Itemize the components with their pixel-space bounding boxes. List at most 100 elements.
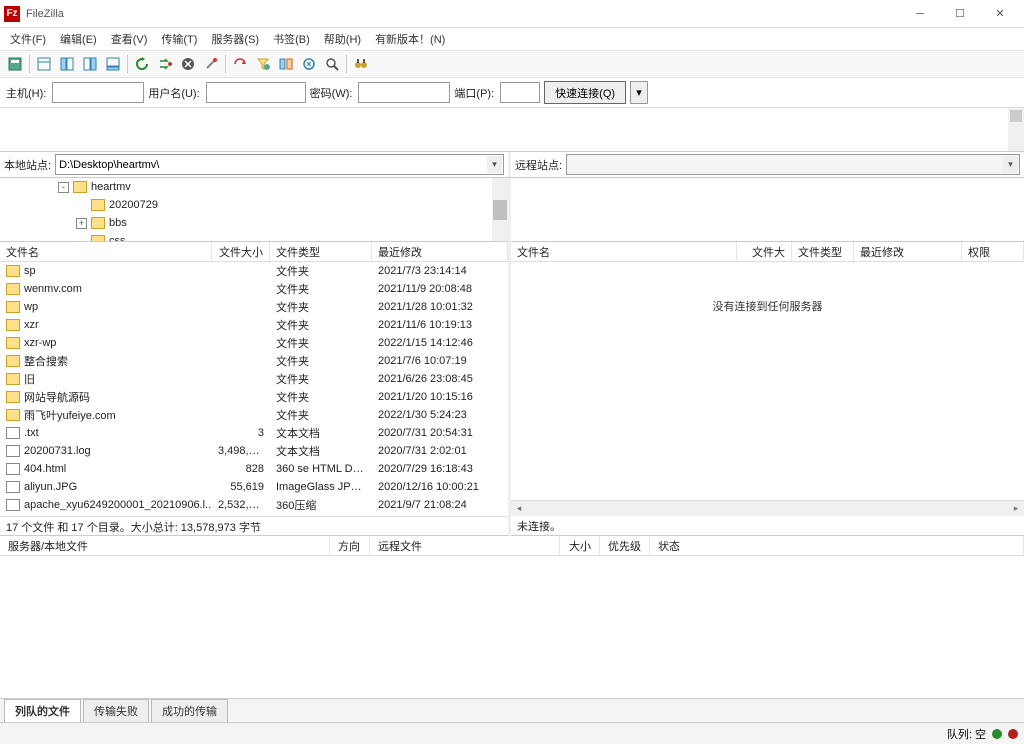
chevron-down-icon[interactable]: ▾ <box>487 156 502 173</box>
cancel-icon[interactable] <box>177 53 199 75</box>
menu-view[interactable]: 查看(V) <box>105 29 154 49</box>
refresh-icon[interactable] <box>131 53 153 75</box>
file-row[interactable]: xzr-wp文件夹2022/1/15 14:12:46 <box>0 334 508 352</box>
local-file-list[interactable]: sp文件夹2021/7/3 23:14:14wenmv.com文件夹2021/1… <box>0 262 508 516</box>
log-scrollbar[interactable] <box>1008 108 1024 151</box>
col-size[interactable]: 文件大小 <box>737 242 792 261</box>
file-type: 360 se HTML Do... <box>270 463 372 475</box>
tree-node[interactable]: +bbs <box>0 214 508 232</box>
col-name[interactable]: 文件名 <box>511 242 737 261</box>
process-queue-icon[interactable] <box>154 53 176 75</box>
file-row[interactable]: apache_xyu6249200001_20210906.l...2,532,… <box>0 496 508 514</box>
pass-label: 密码(W): <box>310 85 353 101</box>
message-log[interactable] <box>0 108 1024 152</box>
port-input[interactable] <box>500 82 540 103</box>
file-row[interactable]: .txt3文本文档2020/7/31 20:54:31 <box>0 424 508 442</box>
menu-server[interactable]: 服务器(S) <box>205 29 265 49</box>
host-input[interactable] <box>52 82 144 103</box>
compare-icon[interactable] <box>275 53 297 75</box>
toggle-remote-tree-icon[interactable] <box>79 53 101 75</box>
file-row[interactable]: wp文件夹2021/1/28 10:01:32 <box>0 298 508 316</box>
remote-path-combo[interactable]: ▾ <box>566 154 1020 175</box>
file-row[interactable]: 网站导航源码文件夹2021/1/20 10:15:16 <box>0 388 508 406</box>
file-name: 404.html <box>24 463 66 475</box>
binoculars-icon[interactable] <box>350 53 372 75</box>
tree-node[interactable]: css <box>0 232 508 242</box>
remote-file-list[interactable]: 没有连接到任何服务器 <box>511 262 1024 500</box>
toggle-queue-icon[interactable] <box>102 53 124 75</box>
menu-edit[interactable]: 编辑(E) <box>54 29 103 49</box>
file-row[interactable]: 整合搜索文件夹2021/7/6 10:07:19 <box>0 352 508 370</box>
tree-scrollbar[interactable] <box>492 178 508 241</box>
col-mtime[interactable]: 最近修改 <box>372 242 508 261</box>
file-row[interactable]: 雨飞叶yufeiye.com文件夹2022/1/30 5:24:23 <box>0 406 508 424</box>
quickconnect-dropdown[interactable]: ▾ <box>630 81 648 104</box>
tab-failed[interactable]: 传输失败 <box>83 699 149 722</box>
file-row[interactable]: 404.html828360 se HTML Do...2020/7/29 16… <box>0 460 508 478</box>
qcol-remote[interactable]: 远程文件 <box>370 536 560 555</box>
toggle-log-icon[interactable] <box>33 53 55 75</box>
remote-tree[interactable] <box>511 178 1024 242</box>
col-mtime[interactable]: 最近修改 <box>854 242 962 261</box>
maximize-button[interactable]: ☐ <box>940 0 980 28</box>
menu-help[interactable]: 帮助(H) <box>318 29 367 49</box>
menu-new-version[interactable]: 有新版本！(N) <box>369 29 451 49</box>
file-row[interactable]: 旧文件夹2021/6/26 23:08:45 <box>0 370 508 388</box>
tree-node[interactable]: -heartmv <box>0 178 508 196</box>
quickconnect-button[interactable]: 快速连接(Q) <box>544 81 626 104</box>
col-type[interactable]: 文件类型 <box>792 242 854 261</box>
file-row[interactable]: aliyun.JPG55,619ImageGlass JPG ...2020/1… <box>0 478 508 496</box>
file-row[interactable]: wenmv.com文件夹2021/11/9 20:08:48 <box>0 280 508 298</box>
file-row[interactable]: xzr文件夹2021/11/6 10:19:13 <box>0 316 508 334</box>
qcol-priority[interactable]: 优先级 <box>600 536 650 555</box>
col-type[interactable]: 文件类型 <box>270 242 372 261</box>
chevron-down-icon[interactable]: ▾ <box>1003 156 1018 173</box>
qcol-status[interactable]: 状态 <box>650 536 1024 555</box>
file-size: 2,532,450 <box>212 499 270 511</box>
menu-file[interactable]: 文件(F) <box>4 29 52 49</box>
tree-node[interactable]: 20200729 <box>0 196 508 214</box>
file-type: 文件夹 <box>270 389 372 405</box>
menu-bookmarks[interactable]: 书签(B) <box>267 29 316 49</box>
pass-input[interactable] <box>358 82 450 103</box>
folder-icon <box>91 235 105 242</box>
app-icon: Fz <box>4 6 20 22</box>
filter-icon[interactable] <box>252 53 274 75</box>
menu-transfer[interactable]: 传输(T) <box>155 29 203 49</box>
disconnect-icon[interactable] <box>200 53 222 75</box>
user-input[interactable] <box>206 82 306 103</box>
sync-browse-icon[interactable] <box>298 53 320 75</box>
close-button[interactable]: ✕ <box>980 0 1020 28</box>
sitemanager-icon[interactable] <box>4 53 26 75</box>
local-path-combo[interactable]: D:\Desktop\heartmv\ ▾ <box>55 154 504 175</box>
tab-queued[interactable]: 列队的文件 <box>4 699 81 722</box>
file-name: apache_xyu6249200001_20210906.l... <box>24 499 212 511</box>
file-size: 3 <box>212 427 270 439</box>
file-name: xzr <box>24 319 39 331</box>
minimize-button[interactable]: ─ <box>900 0 940 28</box>
remote-list-header: 文件名 文件大小 文件类型 最近修改 权限 <box>511 242 1024 262</box>
qcol-server[interactable]: 服务器/本地文件 <box>0 536 330 555</box>
local-tree[interactable]: -heartmv20200729+bbscss <box>0 178 508 242</box>
col-perm[interactable]: 权限 <box>962 242 1024 261</box>
qcol-direction[interactable]: 方向 <box>330 536 370 555</box>
queue-list[interactable] <box>0 556 1024 698</box>
tree-expand-icon[interactable]: + <box>76 218 87 229</box>
window-title: FileZilla <box>26 8 64 20</box>
tab-succeeded[interactable]: 成功的传输 <box>151 699 228 722</box>
file-type: 文件夹 <box>270 407 372 423</box>
col-size[interactable]: 文件大小 <box>212 242 270 261</box>
file-row[interactable]: 20200731.log3,498,987文本文档2020/7/31 2:02:… <box>0 442 508 460</box>
tree-expand-icon[interactable]: - <box>58 182 69 193</box>
file-name: 雨飞叶yufeiye.com <box>24 407 116 423</box>
file-size: 55,619 <box>212 481 270 493</box>
toggle-local-tree-icon[interactable] <box>56 53 78 75</box>
qcol-size[interactable]: 大小 <box>560 536 600 555</box>
file-type: 文件夹 <box>270 281 372 297</box>
search-icon[interactable] <box>321 53 343 75</box>
col-name[interactable]: 文件名 <box>0 242 212 261</box>
remote-hscrollbar[interactable]: ◂▸ <box>511 500 1024 516</box>
reconnect-icon[interactable] <box>229 53 251 75</box>
file-row[interactable]: sp文件夹2021/7/3 23:14:14 <box>0 262 508 280</box>
file-name: xzr-wp <box>24 337 56 349</box>
